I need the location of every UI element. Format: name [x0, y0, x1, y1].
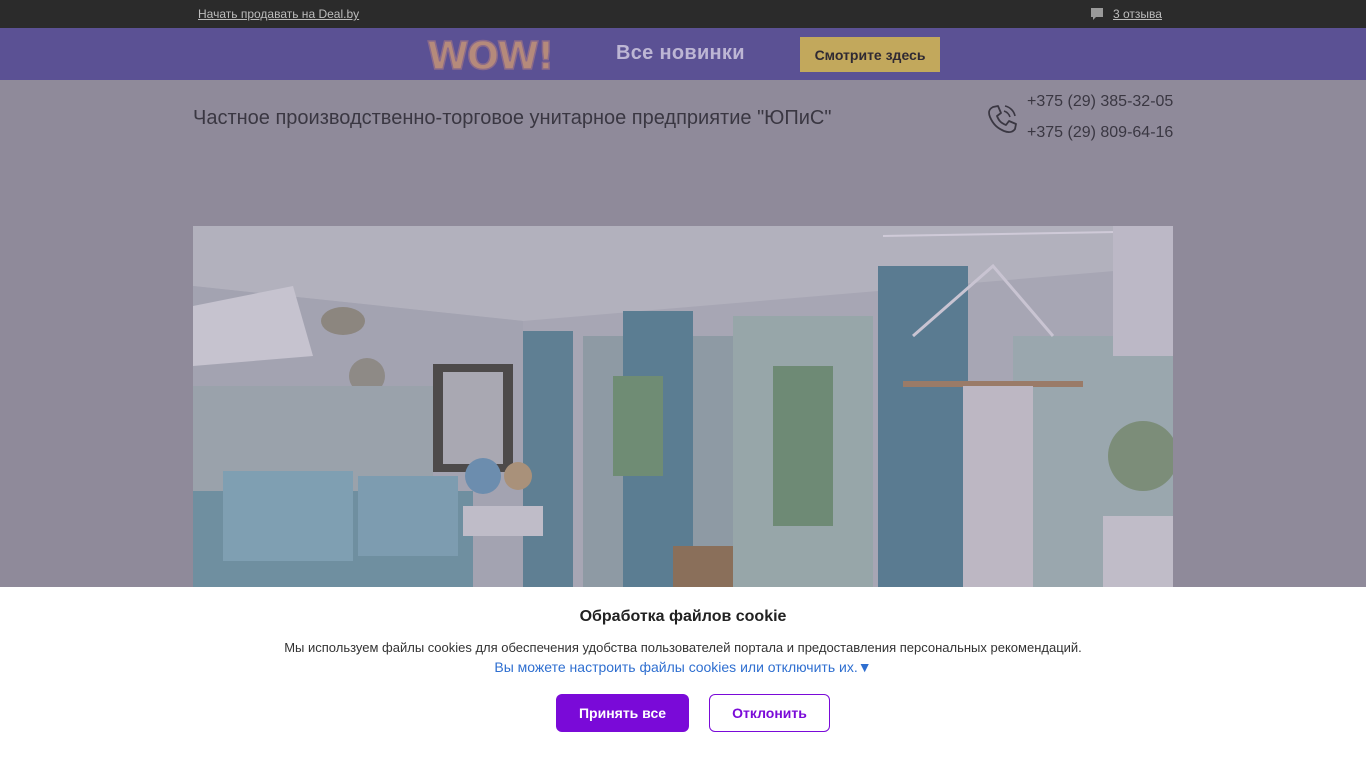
cookie-settings-link[interactable]: Вы можете настроить файлы cookies или от…: [0, 659, 1366, 675]
speech-bubble-icon: [1090, 7, 1104, 21]
accept-all-button[interactable]: Принять все: [556, 694, 689, 732]
hero-image: [193, 226, 1173, 588]
promo-button[interactable]: Смотрите здесь: [800, 37, 940, 72]
start-selling-link[interactable]: Начать продавать на Deal.by: [198, 7, 359, 21]
cookie-text: Мы используем файлы cookies для обеспече…: [284, 640, 1082, 655]
phone-number-2[interactable]: +375 (29) 809-64-16: [1027, 124, 1173, 142]
wow-logo: WOW!: [426, 34, 555, 76]
promo-text: Все новинки: [616, 42, 745, 64]
bedroom-illustration: [193, 226, 1173, 588]
decline-button[interactable]: Отклонить: [709, 694, 830, 732]
svg-text:WOW!: WOW!: [427, 34, 552, 76]
reviews[interactable]: 3 отзыва: [1090, 7, 1162, 21]
promo-banner[interactable]: WOW! Все новинки Смотрите здесь: [0, 28, 1366, 80]
reviews-link[interactable]: 3 отзыва: [1113, 7, 1162, 21]
cookie-banner: Обработка файлов cookie Мы используем фа…: [0, 587, 1366, 768]
phone-number-1[interactable]: +375 (29) 385-32-05: [1027, 93, 1173, 111]
cookie-title: Обработка файлов cookie: [579, 608, 787, 625]
company-name: Частное производственно-торговое унитарн…: [193, 107, 832, 129]
top-bar: Начать продавать на Deal.by 3 отзыва: [0, 0, 1366, 28]
phone-icon: [988, 105, 1017, 133]
